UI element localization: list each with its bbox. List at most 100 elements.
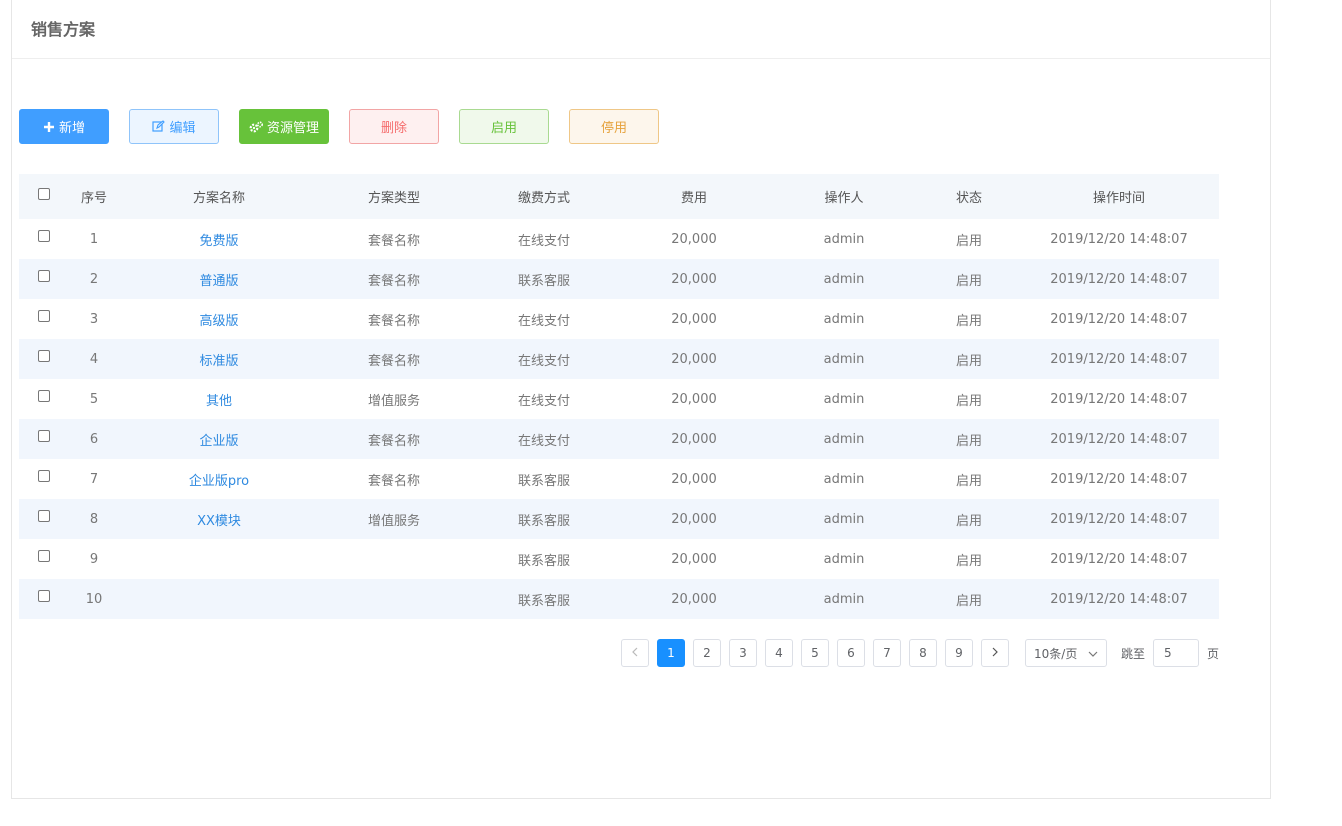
toolbar: 新增 编辑 资源管理 删除 启用 停用 (19, 109, 659, 144)
row-checkbox[interactable] (38, 550, 50, 562)
row-checkbox[interactable] (38, 470, 50, 482)
cell-name[interactable]: XX模块 (119, 499, 319, 539)
cell-index: 8 (89, 511, 99, 527)
cell-payment: 在线支付 (517, 433, 570, 449)
cell-operator: admin (823, 431, 865, 447)
cell-fee: 20,000 (671, 231, 717, 247)
cell-type: 套餐名称 (367, 233, 420, 249)
page-button-9[interactable]: 9 (945, 639, 973, 667)
cell-operator: admin (823, 271, 865, 287)
row-select-cell (19, 379, 69, 419)
cell-operator: admin (823, 351, 865, 367)
enable-button[interactable]: 启用 (459, 109, 549, 144)
cell-index: 9 (89, 551, 99, 567)
next-page-button[interactable] (981, 639, 1009, 667)
page-button-8[interactable]: 8 (909, 639, 937, 667)
row-checkbox[interactable] (38, 590, 50, 602)
table-row: 6 企业版 套餐名称 在线支付 20,000 admin 启用 2019/12/20 14:4… (19, 419, 1219, 459)
row-checkbox[interactable] (38, 230, 50, 242)
cell-name[interactable]: 标准版 (119, 339, 319, 379)
cell-name[interactable] (119, 539, 319, 579)
disable-button[interactable]: 停用 (569, 109, 659, 144)
prev-page-button[interactable] (621, 639, 649, 667)
cell-index: 3 (89, 311, 99, 327)
page-button-2[interactable]: 2 (693, 639, 721, 667)
resource-management-button[interactable]: 资源管理 (239, 109, 329, 144)
page-button-6[interactable]: 6 (837, 639, 865, 667)
header-status: 状态 (955, 191, 982, 206)
row-checkbox[interactable] (38, 310, 50, 322)
cell-fee: 20,000 (671, 271, 717, 287)
add-button[interactable]: 新增 (19, 109, 109, 144)
cell-type: 套餐名称 (367, 473, 420, 489)
cell-fee: 20,000 (671, 391, 717, 407)
cell-index: 4 (89, 351, 99, 367)
cell-time: 2019/12/20 14:48:07 (1050, 431, 1188, 447)
row-checkbox[interactable] (38, 430, 50, 442)
cell-status: 启用 (955, 233, 982, 249)
cell-operator: admin (823, 551, 865, 567)
page-list: 123456789 (657, 639, 981, 667)
gears-icon (249, 121, 263, 133)
select-all-cell (19, 174, 69, 219)
cell-name[interactable]: 普通版 (119, 259, 319, 299)
delete-button[interactable]: 删除 (349, 109, 439, 144)
cell-type: 增值服务 (367, 393, 420, 409)
row-checkbox[interactable] (38, 510, 50, 522)
row-checkbox[interactable] (38, 350, 50, 362)
page-button-7[interactable]: 7 (873, 639, 901, 667)
cell-time: 2019/12/20 14:48:07 (1050, 471, 1188, 487)
cell-status: 启用 (955, 553, 982, 569)
cell-operator: admin (823, 311, 865, 327)
cell-name[interactable]: 免费版 (119, 219, 319, 259)
row-checkbox[interactable] (38, 270, 50, 282)
chevron-down-icon (1088, 646, 1098, 660)
cell-fee: 20,000 (671, 591, 717, 607)
row-select-cell (19, 299, 69, 339)
cell-name[interactable]: 其他 (119, 379, 319, 419)
cell-name[interactable]: 企业版pro (119, 459, 319, 499)
jump-page-input[interactable] (1153, 639, 1200, 667)
header-time: 操作时间 (1092, 191, 1145, 206)
cell-operator: admin (823, 511, 865, 527)
plus-icon (43, 121, 55, 133)
cell-name[interactable] (119, 579, 319, 619)
row-select-cell (19, 259, 69, 299)
select-all-checkbox[interactable] (38, 187, 50, 200)
page-button-3[interactable]: 3 (729, 639, 757, 667)
cell-operator: admin (823, 231, 865, 247)
cell-status: 启用 (955, 593, 982, 609)
row-select-cell (19, 579, 69, 619)
cell-type: 套餐名称 (367, 353, 420, 369)
cell-time: 2019/12/20 14:48:07 (1050, 511, 1188, 527)
cell-time: 2019/12/20 14:48:07 (1050, 271, 1188, 287)
header-type: 方案类型 (367, 191, 420, 206)
cell-payment: 在线支付 (517, 393, 570, 409)
page-button-5[interactable]: 5 (801, 639, 829, 667)
cell-time: 2019/12/20 14:48:07 (1050, 311, 1188, 327)
cell-status: 启用 (955, 473, 982, 489)
cell-operator: admin (823, 591, 865, 607)
row-checkbox[interactable] (38, 390, 50, 402)
header-index: 序号 (80, 191, 107, 206)
cell-status: 启用 (955, 513, 982, 529)
cell-payment: 联系客服 (517, 593, 570, 609)
cell-status: 启用 (955, 273, 982, 289)
cell-name[interactable]: 高级版 (119, 299, 319, 339)
table-row: 10 联系客服 20,000 admin 启用 2019/12/20 14:48:07 (19, 579, 1219, 619)
resource-management-label: 资源管理 (266, 121, 319, 136)
edit-button-label: 编辑 (169, 121, 196, 136)
cell-type: 套餐名称 (367, 433, 420, 449)
cell-type: 套餐名称 (367, 273, 420, 289)
cell-name[interactable]: 企业版 (119, 419, 319, 459)
enable-button-label: 启用 (490, 121, 517, 136)
cell-type: 增值服务 (367, 513, 420, 529)
cell-payment: 联系客服 (517, 513, 570, 529)
page-button-1[interactable]: 1 (657, 639, 685, 667)
edit-button[interactable]: 编辑 (129, 109, 219, 144)
header-name: 方案名称 (192, 191, 245, 206)
table-row: 8 XX模块 增值服务 联系客服 20,000 admin 启用 2019/12/20 14:… (19, 499, 1219, 539)
page-button-4[interactable]: 4 (765, 639, 793, 667)
page-size-select[interactable]: 10条/页 (1025, 639, 1107, 667)
cell-payment: 在线支付 (517, 313, 570, 329)
